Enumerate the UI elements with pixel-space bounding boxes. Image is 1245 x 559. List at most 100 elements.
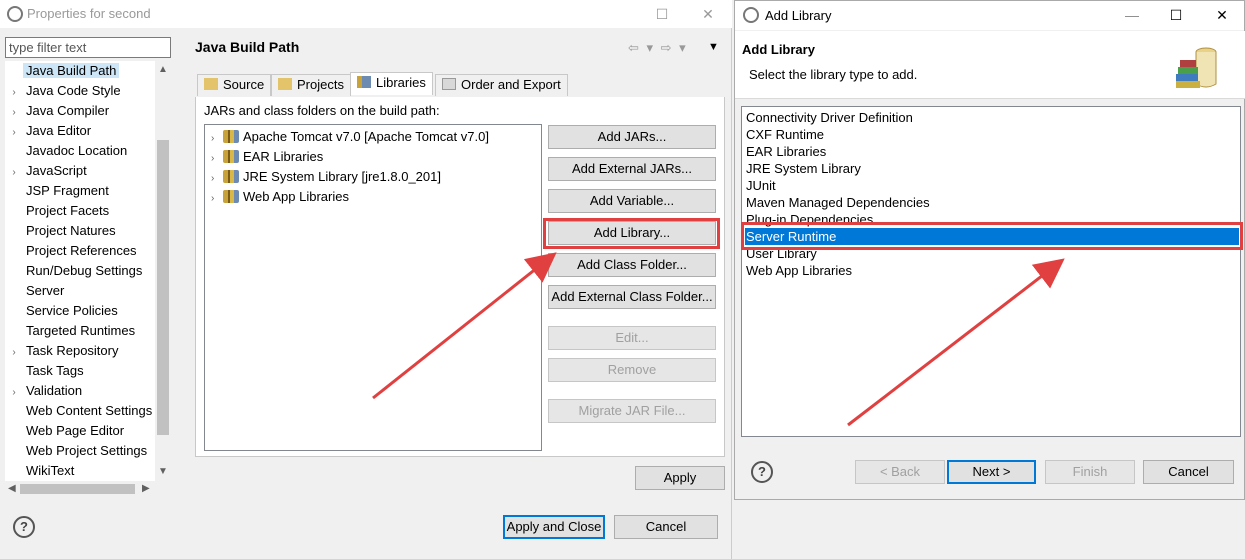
- library-icon: [223, 170, 239, 183]
- nav-item[interactable]: › Java Compiler: [5, 101, 112, 121]
- library-type-item[interactable]: EAR Libraries: [745, 143, 1239, 160]
- finish-button[interactable]: Finish: [1045, 460, 1135, 484]
- library-type-item[interactable]: CXF Runtime: [745, 126, 1239, 143]
- expand-arrow-icon[interactable]: ›: [5, 383, 23, 403]
- expand-arrow-icon[interactable]: ›: [211, 129, 223, 149]
- remove-button[interactable]: Remove: [548, 358, 716, 382]
- tab-libraries[interactable]: Libraries: [350, 72, 433, 95]
- nav-item-label: Java Code Style: [26, 83, 121, 98]
- library-type-item[interactable]: Web App Libraries: [745, 262, 1239, 279]
- expand-arrow-icon[interactable]: ›: [211, 189, 223, 209]
- nav-item[interactable]: Web Project Settings: [5, 441, 150, 461]
- nav-item-label: Validation: [26, 383, 83, 398]
- nav-item[interactable]: Web Content Settings: [5, 401, 155, 421]
- nav-item-label: Java Compiler: [26, 103, 110, 118]
- nav-hscroll-thumb[interactable]: [20, 484, 135, 494]
- nav-scroll-thumb[interactable]: [157, 140, 169, 435]
- expand-arrow-icon[interactable]: ›: [5, 343, 23, 363]
- dialog-subheading: Select the library type to add.: [749, 67, 918, 82]
- next-button[interactable]: Next >: [947, 460, 1036, 484]
- nav-item[interactable]: Javadoc Location: [5, 141, 130, 161]
- migrate-jar-button[interactable]: Migrate JAR File...: [548, 399, 716, 423]
- library-type-item[interactable]: Connectivity Driver Definition: [745, 109, 1239, 126]
- scroll-left-icon[interactable]: ◀: [8, 483, 16, 494]
- nav-item[interactable]: Project Natures: [5, 221, 119, 241]
- nav-item[interactable]: Service Policies: [5, 301, 121, 321]
- expand-arrow-icon[interactable]: ›: [5, 83, 23, 103]
- library-type-item[interactable]: Maven Managed Dependencies: [745, 194, 1239, 211]
- apply-button[interactable]: Apply: [635, 466, 725, 490]
- cancel-button[interactable]: Cancel: [614, 515, 718, 539]
- close-icon[interactable]: ✕: [700, 6, 716, 22]
- help-icon[interactable]: ?: [751, 461, 773, 483]
- library-tree-item[interactable]: › EAR Libraries: [211, 147, 323, 167]
- library-icon: [223, 130, 239, 143]
- nav-item[interactable]: JSP Fragment: [5, 181, 112, 201]
- expand-arrow-icon[interactable]: ›: [5, 163, 23, 183]
- nav-item[interactable]: › JavaScript: [5, 161, 90, 181]
- library-type-item[interactable]: JUnit: [745, 177, 1239, 194]
- nav-item[interactable]: Targeted Runtimes: [5, 321, 138, 341]
- nav-item-label: Targeted Runtimes: [26, 323, 136, 338]
- add-external-class-folder-button[interactable]: Add External Class Folder...: [548, 285, 716, 309]
- nav-item-label: Project References: [26, 243, 137, 258]
- dialog-heading: Add Library: [742, 42, 815, 57]
- add-class-folder-button[interactable]: Add Class Folder...: [548, 253, 716, 277]
- nav-item[interactable]: Java Build Path: [5, 61, 120, 81]
- nav-item-label: Web Project Settings: [26, 443, 148, 458]
- expand-arrow-icon[interactable]: ›: [211, 149, 223, 169]
- maximize-icon[interactable]: ☐: [654, 6, 670, 22]
- tab-source[interactable]: Source: [197, 74, 272, 96]
- add-variable-button[interactable]: Add Variable...: [548, 189, 716, 213]
- nav-item-label: Task Tags: [26, 363, 84, 378]
- expand-arrow-icon[interactable]: ›: [5, 103, 23, 123]
- eclipse-icon: [7, 6, 23, 22]
- maximize-icon[interactable]: ☐: [1168, 7, 1184, 23]
- expand-arrow-icon[interactable]: ›: [5, 123, 23, 143]
- nav-item-label: Run/Debug Settings: [26, 263, 143, 278]
- nav-item-label: JSP Fragment: [26, 183, 109, 198]
- nav-item[interactable]: › Validation: [5, 381, 85, 401]
- scroll-down-icon[interactable]: ▼: [158, 466, 168, 477]
- library-label: EAR Libraries: [243, 149, 324, 164]
- scroll-up-icon[interactable]: ▲: [158, 64, 168, 75]
- jars-label: JARs and class folders on the build path…: [204, 103, 440, 118]
- help-icon[interactable]: ?: [13, 516, 35, 538]
- library-tree-item[interactable]: › Apache Tomcat v7.0 [Apache Tomcat v7.0]: [211, 127, 489, 147]
- nav-item-label: Task Repository: [26, 343, 119, 358]
- apply-and-close-button[interactable]: Apply and Close: [503, 515, 605, 539]
- library-tree-item[interactable]: › JRE System Library [jre1.8.0_201]: [211, 167, 441, 187]
- nav-item[interactable]: › Task Repository: [5, 341, 121, 361]
- nav-item[interactable]: Web Page Editor: [5, 421, 127, 441]
- properties-nav-tree: Java Build Path › Java Code Style › Java Com…: [5, 61, 171, 481]
- dialog-cancel-button[interactable]: Cancel: [1143, 460, 1234, 484]
- nav-item[interactable]: Run/Debug Settings: [5, 261, 145, 281]
- nav-item-label: Web Page Editor: [26, 423, 125, 438]
- expand-arrow-icon[interactable]: ›: [211, 169, 223, 189]
- library-type-item[interactable]: JRE System Library: [745, 160, 1239, 177]
- nav-item[interactable]: WikiText: [5, 461, 77, 481]
- add-jars-button[interactable]: Add JARs...: [548, 125, 716, 149]
- close-icon[interactable]: ✕: [1214, 7, 1230, 23]
- nav-item[interactable]: Project Facets: [5, 201, 112, 221]
- history-nav-icon[interactable]: ⇦ ▾ ⇨ ▾: [628, 40, 688, 56]
- view-menu-icon[interactable]: ▼: [708, 41, 719, 53]
- scroll-right-icon[interactable]: ▶: [142, 483, 150, 494]
- nav-item[interactable]: Server: [5, 281, 67, 301]
- minimize-icon[interactable]: —: [1124, 7, 1140, 23]
- edit-button[interactable]: Edit...: [548, 326, 716, 350]
- nav-item[interactable]: Task Tags: [5, 361, 87, 381]
- nav-item[interactable]: › Java Editor: [5, 121, 94, 141]
- library-tree-item[interactable]: › Web App Libraries: [211, 187, 349, 207]
- tab-order-export[interactable]: Order and Export: [435, 74, 568, 96]
- nav-item-label: Project Natures: [26, 223, 116, 238]
- filter-input[interactable]: type filter text: [5, 37, 171, 58]
- tab-projects[interactable]: Projects: [271, 74, 351, 96]
- add-external-jars-button[interactable]: Add External JARs...: [548, 157, 716, 181]
- nav-item-label: WikiText: [26, 463, 75, 478]
- nav-item[interactable]: Project References: [5, 241, 140, 261]
- nav-item-label: Java Build Path: [23, 63, 120, 78]
- add-library-highlight: [543, 218, 720, 249]
- back-button[interactable]: < Back: [855, 460, 945, 484]
- nav-item[interactable]: › Java Code Style: [5, 81, 124, 101]
